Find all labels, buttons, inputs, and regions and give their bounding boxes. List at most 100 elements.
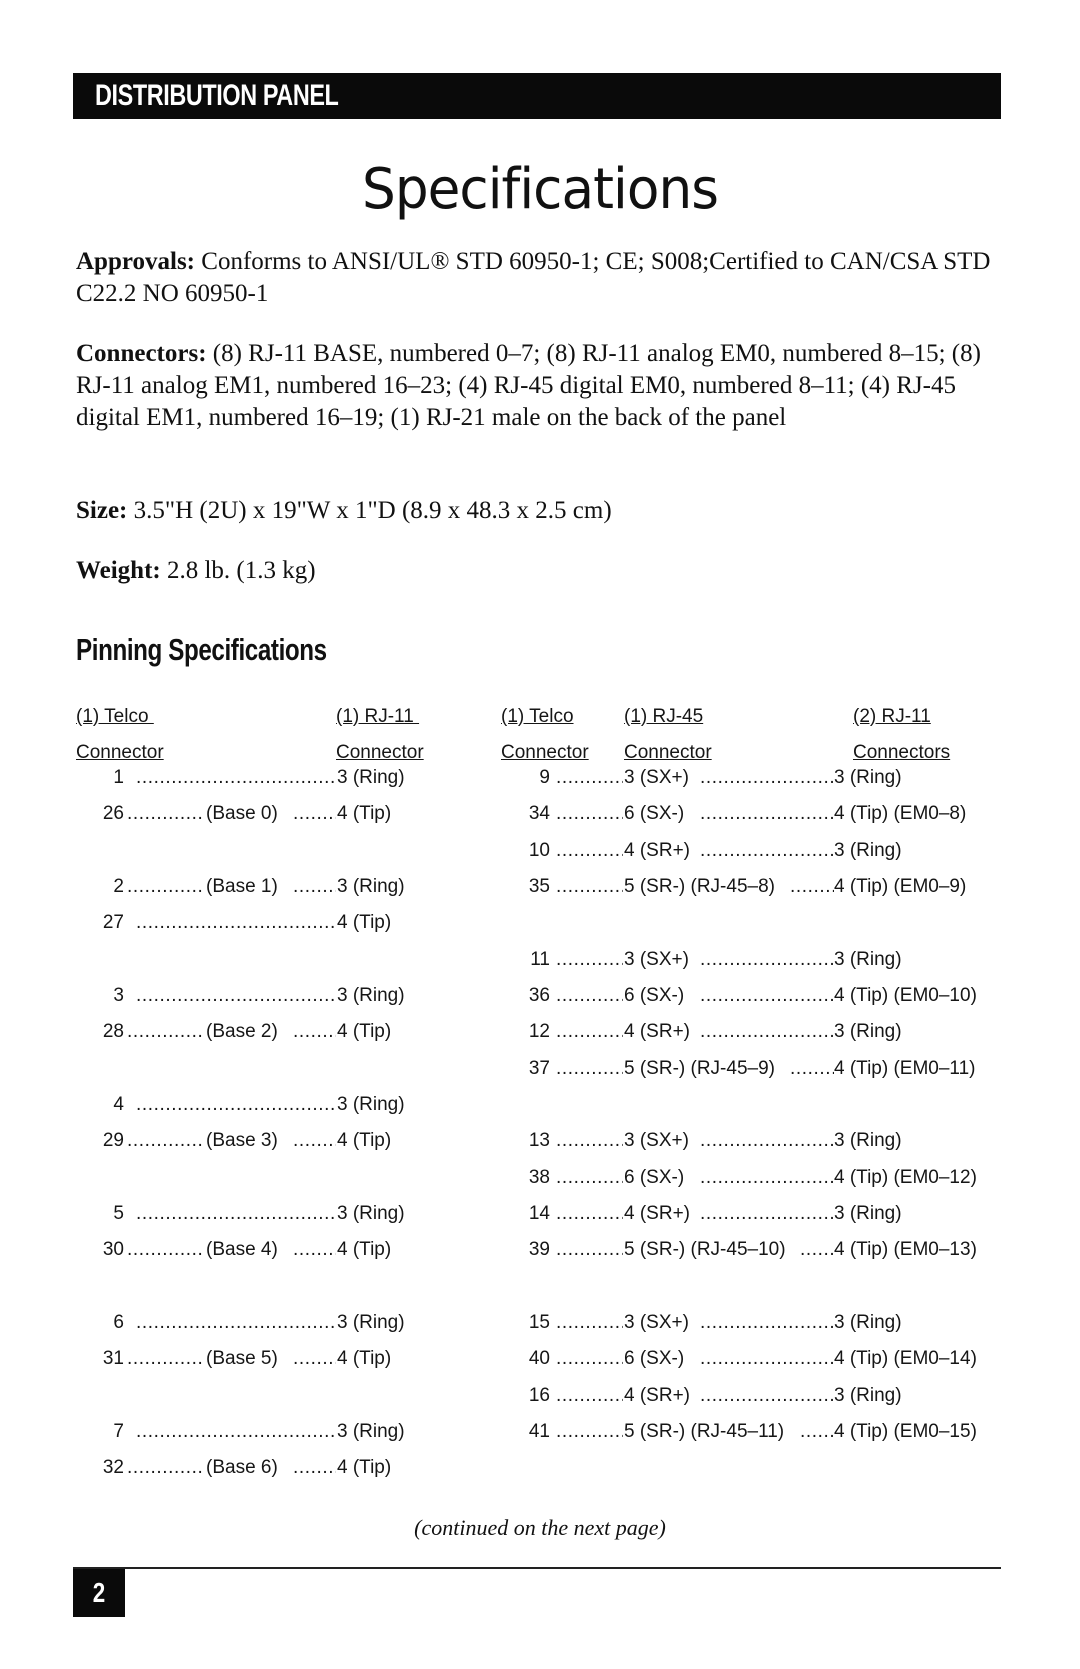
page-number: 2 (92, 1577, 106, 1608)
left-rj11-pin: 3 (Ring) (337, 1094, 405, 1115)
left-telco-pin: 29 (102, 1130, 124, 1151)
left-rj11-pin: 3 (Ring) (337, 767, 405, 788)
left-rj11-pin: 4 (Tip) (337, 912, 392, 933)
dot-leader: ........................................… (556, 1021, 623, 1042)
dot-leader: ........................................… (127, 803, 204, 824)
dot-leader: ........................................… (556, 1130, 623, 1151)
left-telco-pin: 7 (113, 1421, 124, 1442)
dot-leader: ........................................… (790, 1058, 834, 1079)
dot-leader: ........................................… (700, 1348, 834, 1369)
dot-leader: ........................................… (556, 840, 623, 861)
dot-leader: ........................................… (556, 1421, 623, 1442)
dot-leader: ........................................… (556, 1348, 623, 1369)
left-rj11-pin: 4 (Tip) (337, 1130, 392, 1151)
right-telco-pin: 10 (528, 840, 550, 861)
right-telco-pin: 15 (528, 1312, 550, 1333)
dot-leader: ........................................… (127, 1348, 204, 1369)
dot-leader: ........................................… (800, 1421, 834, 1442)
dot-leader: ........................................… (700, 767, 834, 788)
spec-text: 2.8 lb. (1.3 kg) (160, 557, 316, 584)
page-number-box: 2 (73, 1569, 125, 1617)
spec-label: Size: (76, 497, 128, 524)
left-telco-pin: 5 (113, 1203, 124, 1224)
dot-leader: ........................................… (790, 876, 834, 897)
dot-leader: ........................................… (556, 1058, 623, 1079)
right-rj45-pin: 6 (SX-) (624, 985, 690, 1006)
dot-leader: ........................................… (136, 985, 336, 1006)
dot-leader: ........................................… (127, 876, 204, 897)
left-header-rj11: (1) RJ-11 (336, 706, 420, 727)
spec-size: Size: 3.5"H (2U) x 19"W x 1"D (8.9 x 48.… (76, 495, 1006, 527)
left-telco-pin: 32 (102, 1457, 124, 1478)
dot-leader: ........................................… (293, 1348, 336, 1369)
dot-leader: ........................................… (556, 803, 623, 824)
left-telco-pin: 28 (102, 1021, 124, 1042)
continued-note: (continued on the next page) (414, 1515, 666, 1540)
left-base-label: (Base 0) (206, 803, 278, 824)
dot-leader: ........................................… (556, 767, 623, 788)
dot-leader: ........................................… (293, 1021, 336, 1042)
left-telco-pin: 4 (113, 1094, 124, 1115)
right-rj11-pin: 4 (Tip) (EM0–15) (834, 1421, 977, 1442)
dot-leader: ........................................… (127, 1130, 204, 1151)
dot-leader: ........................................… (700, 1130, 834, 1151)
dot-leader: ........................................… (127, 1021, 204, 1042)
left-rj11-pin: 3 (Ring) (337, 985, 405, 1006)
left-telco-pin: 6 (113, 1312, 124, 1333)
right-rj45-pin: 5 (SR-) (RJ-45–11) (624, 1421, 785, 1442)
left-base-label: (Base 2) (206, 1021, 278, 1042)
right-rj11-pin: 3 (Ring) (834, 1021, 902, 1042)
left-base-label: (Base 3) (206, 1130, 278, 1151)
dot-leader: ........................................… (700, 1203, 834, 1224)
right-telco-pin: 13 (528, 1130, 550, 1151)
dot-leader: ........................................… (293, 1239, 336, 1260)
dot-leader: ........................................… (556, 985, 623, 1006)
right-rj11-pin: 4 (Tip) (EM0–8) (834, 803, 967, 824)
right-header-rj45-sub: Connector (624, 742, 712, 763)
right-telco-pin: 9 (539, 767, 550, 788)
dot-leader: ........................................… (700, 1021, 834, 1042)
left-rj11-pin: 3 (Ring) (337, 1203, 405, 1224)
left-rj11-pin: 4 (Tip) (337, 1457, 392, 1478)
left-base-label: (Base 1) (206, 876, 278, 897)
right-rj11-pin: 4 (Tip) (EM0–10) (834, 985, 977, 1006)
right-rj11-pin: 4 (Tip) (EM0–9) (834, 876, 967, 897)
dot-leader: ........................................… (127, 1457, 204, 1478)
dot-leader: ........................................… (556, 1239, 623, 1260)
dot-leader: ........................................… (136, 1203, 336, 1224)
dot-leader: ........................................… (293, 876, 336, 897)
dot-leader: ........................................… (136, 1421, 336, 1442)
left-telco-pin: 30 (102, 1239, 124, 1260)
right-rj45-pin: 6 (SX-) (624, 803, 690, 824)
dot-leader: ........................................… (556, 1312, 623, 1333)
dot-leader: ........................................… (700, 1312, 834, 1333)
right-rj45-pin: 4 (SR+) (624, 1021, 690, 1042)
right-header-telco: (1) Telco (501, 706, 574, 727)
dot-leader: ........................................… (556, 1385, 623, 1406)
left-header-rj11-sub: Connector (336, 742, 424, 763)
dot-leader: ........................................… (700, 949, 834, 970)
dot-leader: ........................................… (700, 1385, 834, 1406)
dot-leader: ........................................… (293, 1457, 336, 1478)
right-rj45-pin: 3 (SX+) (624, 767, 689, 788)
dot-leader: ........................................… (556, 1167, 623, 1188)
right-rj45-pin: 6 (SX-) (624, 1348, 690, 1369)
left-telco-pin: 3 (113, 985, 124, 1006)
right-telco-pin: 37 (528, 1058, 550, 1079)
right-telco-pin: 16 (528, 1385, 550, 1406)
right-rj45-pin: 5 (SR-) (RJ-45–8) (624, 876, 775, 897)
dot-leader: ........................................… (700, 1167, 834, 1188)
left-header-telco: (1) Telco (76, 706, 154, 727)
right-rj11-pin: 4 (Tip) (EM0–11) (834, 1058, 976, 1079)
right-telco-pin: 39 (528, 1239, 550, 1260)
dot-leader: ........................................… (556, 949, 623, 970)
right-rj45-pin: 5 (SR-) (RJ-45–10) (624, 1239, 786, 1260)
right-telco-pin: 41 (528, 1421, 550, 1442)
left-header-telco-sub: Connector (76, 742, 164, 763)
header-title: DISTRIBUTION PANEL (95, 79, 339, 112)
spec-weight: Weight: 2.8 lb. (1.3 kg) (76, 555, 1006, 587)
dot-leader: ........................................… (293, 1130, 336, 1151)
dot-leader: ........................................… (700, 803, 834, 824)
left-telco-pin: 26 (102, 803, 124, 824)
dot-leader: ........................................… (136, 1094, 336, 1115)
